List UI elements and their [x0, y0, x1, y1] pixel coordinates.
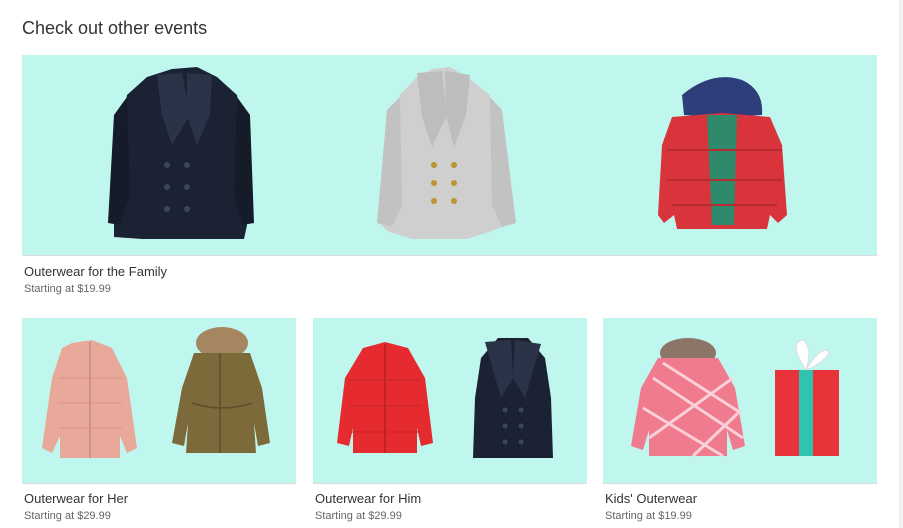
gift-box-image: [775, 339, 839, 456]
event-kids-title[interactable]: Kids' Outerwear: [605, 491, 697, 506]
event-family-title[interactable]: Outerwear for the Family: [24, 264, 167, 279]
event-her-price: Starting at $29.99: [24, 510, 111, 522]
event-him-banner[interactable]: [313, 318, 587, 484]
events-card: Check out other events Outerwear for the…: [0, 0, 899, 528]
event-family-banner[interactable]: [22, 55, 877, 256]
event-her-banner[interactable]: [22, 318, 296, 484]
event-him-title[interactable]: Outerwear for Him: [315, 491, 421, 506]
red-kids-puffer-image: [658, 77, 787, 229]
grey-peacoat-image: [377, 67, 516, 239]
event-her[interactable]: Outerwear for Her Starting at $29.99: [22, 318, 296, 524]
event-kids[interactable]: Kids' Outerwear Starting at $19.99: [603, 318, 877, 524]
event-kids-price: Starting at $19.99: [605, 510, 692, 522]
event-family-price: Starting at $19.99: [24, 283, 111, 295]
event-family[interactable]: Outerwear for the Family Starting at $19…: [22, 55, 877, 305]
event-him-price: Starting at $29.99: [315, 510, 402, 522]
event-him[interactable]: Outerwear for Him Starting at $29.99: [313, 318, 587, 524]
event-kids-banner[interactable]: [603, 318, 877, 484]
pink-puffer-jacket-image: [42, 340, 137, 458]
navy-peacoat-small-image: [473, 338, 553, 458]
navy-peacoat-image: [108, 67, 254, 239]
event-her-title[interactable]: Outerwear for Her: [24, 491, 128, 506]
pink-kids-jacket-image: [631, 338, 745, 458]
section-title: Check out other events: [22, 18, 208, 38]
olive-parka-image: [172, 327, 270, 453]
red-puffer-jacket-image: [337, 342, 433, 453]
